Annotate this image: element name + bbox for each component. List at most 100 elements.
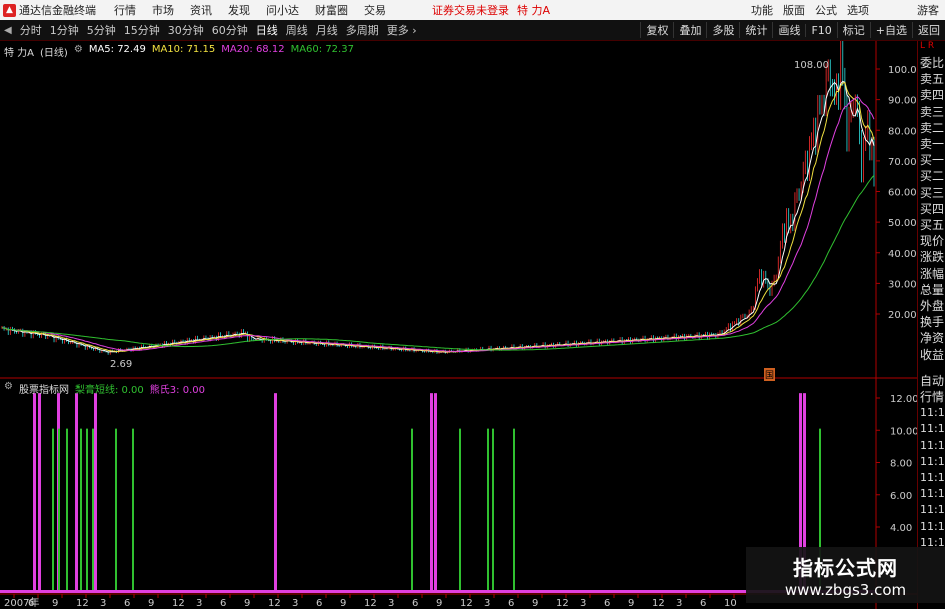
period-intraday[interactable]: 分时: [16, 22, 46, 38]
period-60min[interactable]: 60分钟: [208, 22, 252, 38]
indicator-gear-icon[interactable]: ⚙: [4, 381, 13, 396]
kline-chart[interactable]: 100.00 90.00 80.00 70.00 60.00 50.00 40.00 30.0…: [0, 41, 917, 609]
price-tick-label: 100.00: [888, 65, 917, 76]
mark-button[interactable]: 标记: [836, 22, 870, 38]
price-tick-label: 30.00: [888, 279, 917, 290]
menu-options[interactable]: 选项: [847, 2, 869, 18]
menu-formula[interactable]: 公式: [815, 2, 837, 18]
menu-discover[interactable]: 发现: [228, 2, 250, 18]
back-arrow-icon[interactable]: ◀: [0, 25, 16, 36]
signal-bar-green: [115, 428, 117, 590]
time-tick-label: 3: [196, 598, 202, 609]
quote-label: 委比: [920, 56, 945, 70]
menu-market[interactable]: 行情: [114, 2, 136, 18]
tick-time: 11:11: [920, 406, 945, 420]
quote-label: 净资: [920, 331, 945, 346]
quote-label: 涨幅: [920, 266, 945, 281]
signal-bar-magenta: [75, 393, 78, 590]
quote-label: 总量: [920, 282, 945, 297]
period-1min[interactable]: 1分钟: [46, 22, 83, 38]
period-15min[interactable]: 15分钟: [120, 22, 164, 38]
time-tick-label: 9: [532, 598, 538, 609]
indicator-tick-label: 4.00: [890, 523, 912, 534]
period-more-label: 更多: [386, 24, 409, 37]
chart-area[interactable]: 100.00 90.00 80.00 70.00 60.00 50.00 40.00 30.0…: [0, 41, 917, 609]
quote-label: 买四: [920, 201, 945, 216]
quote-label: 换手: [920, 315, 945, 330]
settings-gear-icon[interactable]: ⚙: [74, 44, 83, 59]
price-tick-label: 80.00: [888, 126, 917, 137]
menu-news[interactable]: 资讯: [190, 2, 212, 18]
menu-function[interactable]: 功能: [751, 2, 773, 18]
time-tick-label: 9: [148, 598, 154, 609]
indicator-series2: 熊氏3: 0.00: [149, 385, 205, 396]
quote-label: 买二: [920, 169, 945, 184]
signal-bar-green: [52, 428, 54, 590]
menu-trade[interactable]: 交易: [364, 2, 386, 18]
period-more[interactable]: 更多 ›: [383, 22, 421, 38]
indicator-tick-label: 12.00: [890, 394, 917, 405]
panel-toggle[interactable]: L R: [918, 41, 945, 55]
time-tick-label: 3: [676, 598, 682, 609]
indicator-series1: 梨膏短线: 0.00: [74, 385, 144, 396]
f10-button[interactable]: F10: [805, 23, 836, 37]
multi-stock-button[interactable]: 多股: [706, 22, 739, 38]
quote-label: 卖三: [920, 104, 945, 119]
quote-label: 买一: [920, 153, 945, 168]
tick-time: 11:11: [920, 422, 945, 436]
time-tick-label: 12: [364, 598, 377, 609]
time-tick-label: 9: [244, 598, 250, 609]
ma5-line: [1, 80, 875, 353]
ma-legend: 特 力A (日线) ⚙ MA5: 72.49 MA10: 71.15 MA20:…: [4, 44, 354, 59]
signal-bar-magenta: [274, 393, 277, 590]
time-tick-label: 9: [340, 598, 346, 609]
price-tick-label: 50.00: [888, 218, 917, 229]
signal-bar-magenta: [434, 393, 437, 590]
signal-bar-green: [58, 428, 60, 590]
add-watchlist-button[interactable]: +自选: [869, 22, 912, 38]
auto-quote-label[interactable]: 自动: [918, 373, 945, 389]
draw-line-button[interactable]: 画线: [772, 22, 805, 38]
time-tick-label: 6: [316, 598, 322, 609]
event-marker[interactable]: 国: [764, 368, 776, 381]
time-tick-label: 3: [484, 598, 490, 609]
time-tick-label: 12: [556, 598, 569, 609]
menu-markets[interactable]: 市场: [152, 2, 174, 18]
ma10-line: [1, 81, 875, 353]
right-quote-panel: L R 委比 卖五 卖四 卖三 卖二 卖一 买一 买二 买三 买四 买五 现价 涨跌 涨幅 总量 外盘 换手 净资…: [917, 41, 945, 609]
period-30min[interactable]: 30分钟: [164, 22, 208, 38]
signal-bar-green: [513, 428, 515, 590]
period-multi[interactable]: 多周期: [342, 22, 383, 38]
period-weekly[interactable]: 周线: [282, 22, 312, 38]
indicator-tick-label: 10.00: [890, 426, 917, 437]
period-5min[interactable]: 5分钟: [83, 22, 120, 38]
guest-user[interactable]: 游客: [917, 2, 939, 18]
adjust-button[interactable]: 复权: [640, 22, 673, 38]
legend-ma5: MA5: 72.49: [88, 44, 146, 55]
time-tick-label: 6: [700, 598, 706, 609]
return-button[interactable]: 返回: [912, 22, 945, 38]
auto-quote-label[interactable]: 行情: [918, 389, 945, 405]
indicator-name[interactable]: 股票指标网: [19, 381, 69, 396]
quote-label: 涨跌: [920, 250, 945, 265]
signal-bar-green: [66, 428, 68, 590]
menu-ask[interactable]: 问小达: [266, 2, 299, 18]
login-status[interactable]: 证券交易未登录: [432, 2, 509, 18]
menu-wealth[interactable]: 财富圈: [315, 2, 348, 18]
overlay-button[interactable]: 叠加: [673, 22, 706, 38]
quote-label: 收益: [920, 347, 945, 362]
menu-layout[interactable]: 版面: [783, 2, 805, 18]
indicator-baseline: [0, 590, 876, 593]
period-toolbar: ◀ 分时 1分钟 5分钟 15分钟 30分钟 60分钟 日线 周线 月线 多周期…: [0, 20, 945, 41]
watermark-title: 指标公式网: [793, 555, 898, 580]
time-tick-label: 12: [268, 598, 281, 609]
ma20-line: [1, 96, 875, 352]
quote-label: 外盘: [920, 299, 945, 314]
app-logo-icon: ▲: [3, 3, 16, 17]
watermark: 指标公式网 www.zbgs3.com: [746, 547, 945, 603]
period-daily[interactable]: 日线: [252, 22, 282, 38]
time-tick-label: 9: [52, 598, 58, 609]
period-monthly[interactable]: 月线: [312, 22, 342, 38]
stats-button[interactable]: 统计: [739, 22, 772, 38]
indicator-legend: ⚙ 股票指标网 梨膏短线: 0.00 熊氏3: 0.00: [4, 381, 205, 396]
